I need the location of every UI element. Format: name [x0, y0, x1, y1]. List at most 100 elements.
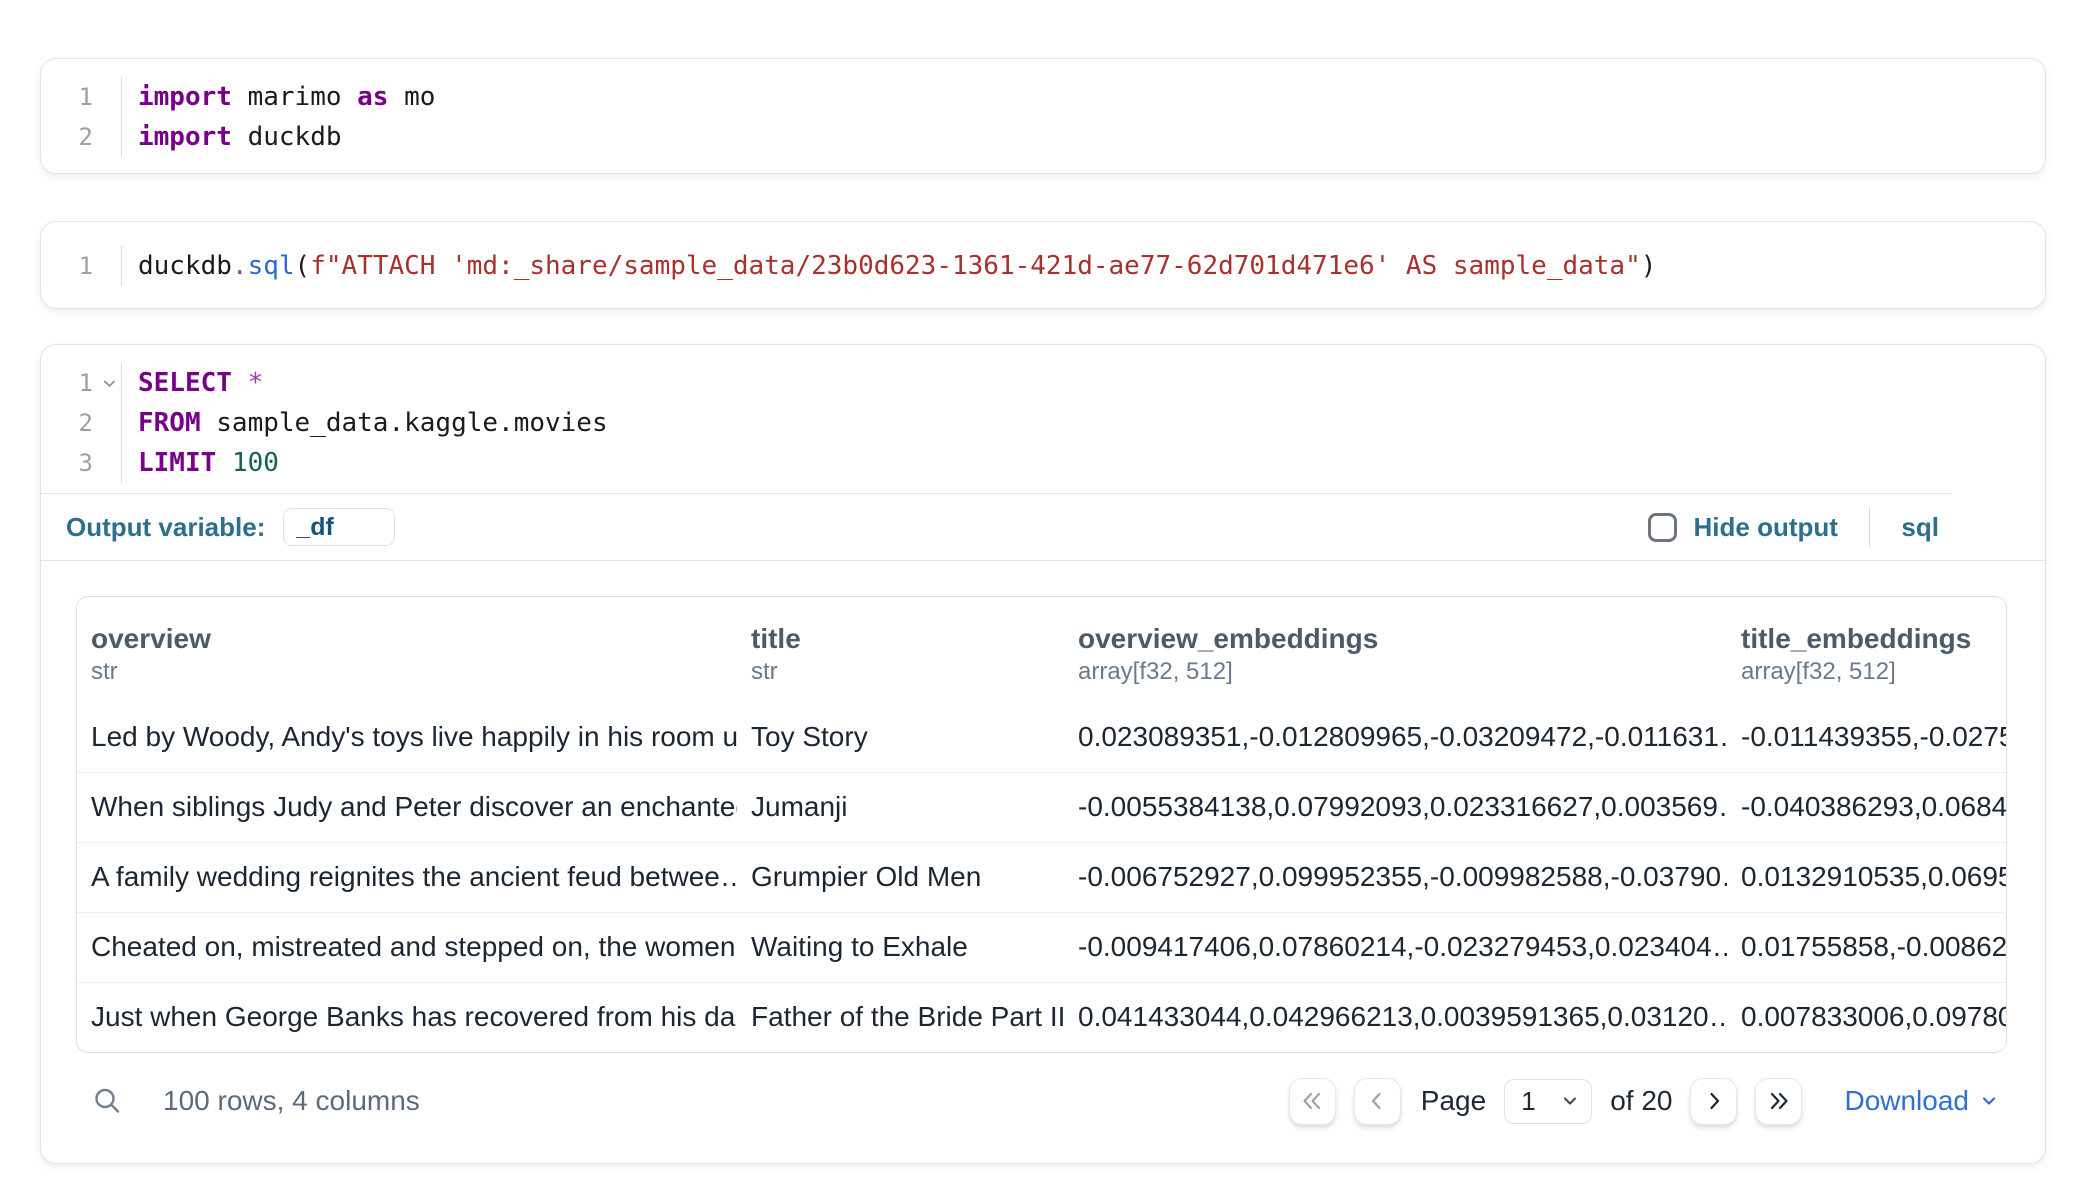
output-variable-bar: Output variable: Hide output sql: [41, 494, 2045, 560]
table-cell: 0.01755858,-0.0086286: [1727, 912, 2006, 982]
output-variable-input[interactable]: [283, 508, 395, 546]
table-cell: Toy Story: [737, 702, 1064, 772]
line-number: 3: [79, 449, 93, 477]
download-label: Download: [1844, 1085, 1969, 1117]
page-total-label: of 20: [1610, 1085, 1672, 1117]
column-header-title-embeddings[interactable]: title_embeddings array[f32, 512]: [1727, 597, 2006, 702]
code-token: LIMIT: [138, 448, 216, 478]
hide-output-label[interactable]: Hide output: [1694, 512, 1838, 543]
table-cell: -0.011439355,-0.02752: [1727, 702, 2006, 772]
column-type: str: [91, 657, 723, 687]
result-table: overview str title str overview_embeddin…: [76, 596, 2007, 1053]
table-cell: -0.006752927,0.099952355,-0.009982588,-0…: [1064, 842, 1727, 912]
chevron-down-icon: [1979, 1091, 1999, 1111]
column-name: title: [751, 621, 1050, 657]
table-cell: Father of the Bride Part II: [737, 982, 1064, 1052]
column-type: str: [751, 657, 1050, 687]
row-count-summary: 100 rows, 4 columns: [163, 1085, 420, 1117]
table-cell: -0.040386293,0.06845: [1727, 772, 2006, 842]
code-token: 100: [232, 448, 279, 478]
table-cell: Waiting to Exhale: [737, 912, 1064, 982]
code-token: marimo: [232, 82, 357, 112]
last-page-button[interactable]: [1755, 1078, 1802, 1125]
search-icon[interactable]: [91, 1085, 123, 1117]
code-token: sample_data.kaggle.movies: [201, 408, 608, 438]
code-token: import: [138, 122, 232, 152]
table-row: Led by Woody, Andy's toys live happily i…: [77, 702, 2006, 772]
code-editor[interactable]: 1 duckdb.sql(f"ATTACH 'md:_share/sample_…: [41, 246, 2045, 286]
table-footer: 100 rows, 4 columns Page 1 of 20 Downloa: [41, 1069, 2045, 1133]
code-editor[interactable]: 1 SELECT * 2 FROM sample_data.kaggle.mov…: [41, 363, 2045, 483]
table-row: When siblings Judy and Peter discover an…: [77, 772, 2006, 842]
code-token: f"ATTACH 'md:_share/sample_data/23b0d623…: [310, 251, 1641, 281]
code-cell-attach: 1 duckdb.sql(f"ATTACH 'md:_share/sample_…: [40, 221, 2046, 309]
column-type: array[f32, 512]: [1078, 657, 1713, 687]
line-number: 1: [79, 252, 93, 280]
code-token: duckdb: [138, 251, 232, 281]
line-number: 2: [79, 123, 93, 151]
code-token: (: [295, 251, 311, 281]
table-header-row: overview str title str overview_embeddin…: [77, 597, 2006, 702]
code-token: sql: [248, 251, 295, 281]
code-line: 1 duckdb.sql(f"ATTACH 'md:_share/sample_…: [41, 246, 2045, 286]
previous-page-button[interactable]: [1354, 1078, 1401, 1125]
divider: [41, 560, 2045, 561]
code-editor[interactable]: 1 import marimo as mo 2 import duckdb: [41, 77, 2045, 157]
table-cell: A family wedding reignites the ancient f…: [77, 842, 737, 912]
code-token: [232, 368, 248, 398]
column-name: overview_embeddings: [1078, 621, 1713, 657]
code-token: mo: [388, 82, 435, 112]
page-select-value: 1: [1521, 1086, 1535, 1117]
table-cell: Just when George Banks has recovered fro…: [77, 982, 737, 1052]
table-row: A family wedding reignites the ancient f…: [77, 842, 2006, 912]
line-number: 2: [79, 409, 93, 437]
code-token: SELECT: [138, 368, 232, 398]
first-page-button[interactable]: [1289, 1078, 1336, 1125]
column-name: title_embeddings: [1741, 621, 1992, 657]
table-cell: Cheated on, mistreated and stepped on, t…: [77, 912, 737, 982]
output-variable-label: Output variable:: [66, 512, 265, 543]
code-token: ): [1641, 251, 1657, 281]
code-token: as: [357, 82, 388, 112]
code-line: 2 FROM sample_data.kaggle.movies: [41, 403, 2045, 443]
table-cell: -0.009417406,0.07860214,-0.023279453,0.0…: [1064, 912, 1727, 982]
download-button[interactable]: Download: [1844, 1085, 1999, 1117]
line-number: 1: [79, 369, 93, 397]
code-token: import: [138, 82, 232, 112]
table-cell: -0.0055384138,0.07992093,0.023316627,0.0…: [1064, 772, 1727, 842]
table-cell: When siblings Judy and Peter discover an…: [77, 772, 737, 842]
code-line: 1 import marimo as mo: [41, 77, 2045, 117]
table-cell: Grumpier Old Men: [737, 842, 1064, 912]
column-header-overview-embeddings[interactable]: overview_embeddings array[f32, 512]: [1064, 597, 1727, 702]
code-line: 3 LIMIT 100: [41, 443, 2045, 483]
table-cell: 0.041433044,0.042966213,0.0039591365,0.0…: [1064, 982, 1727, 1052]
language-badge[interactable]: sql: [1901, 512, 1939, 543]
code-line: 1 SELECT *: [41, 363, 2045, 403]
table-cell: 0.023089351,-0.012809965,-0.03209472,-0.…: [1064, 702, 1727, 772]
next-page-button[interactable]: [1690, 1078, 1737, 1125]
code-token: [216, 448, 232, 478]
page-label: Page: [1421, 1085, 1486, 1117]
code-line: 2 import duckdb: [41, 117, 2045, 157]
table-cell: Led by Woody, Andy's toys live happily i…: [77, 702, 737, 772]
table-cell: Jumanji: [737, 772, 1064, 842]
table-row: Cheated on, mistreated and stepped on, t…: [77, 912, 2006, 982]
sql-cell: 1 SELECT * 2 FROM sample_data.kaggle.mov…: [40, 344, 2046, 1164]
fold-chevron-icon[interactable]: [102, 376, 117, 391]
table-cell: 0.0132910535,0.06958: [1727, 842, 2006, 912]
column-header-overview[interactable]: overview str: [77, 597, 737, 702]
code-token: .: [232, 251, 248, 281]
page-select[interactable]: 1: [1504, 1079, 1592, 1124]
divider: [1869, 507, 1871, 547]
table-row: Just when George Banks has recovered fro…: [77, 982, 2006, 1052]
line-number: 1: [79, 83, 93, 111]
hide-output-checkbox[interactable]: [1648, 513, 1677, 542]
column-header-title[interactable]: title str: [737, 597, 1064, 702]
code-cell-imports: 1 import marimo as mo 2 import duckdb: [40, 58, 2046, 174]
code-token: *: [248, 368, 264, 398]
table-cell: 0.007833006,0.097801: [1727, 982, 2006, 1052]
code-token: FROM: [138, 408, 201, 438]
chevron-down-icon: [1561, 1092, 1579, 1110]
code-token: duckdb: [232, 122, 342, 152]
column-type: array[f32, 512]: [1741, 657, 1992, 687]
